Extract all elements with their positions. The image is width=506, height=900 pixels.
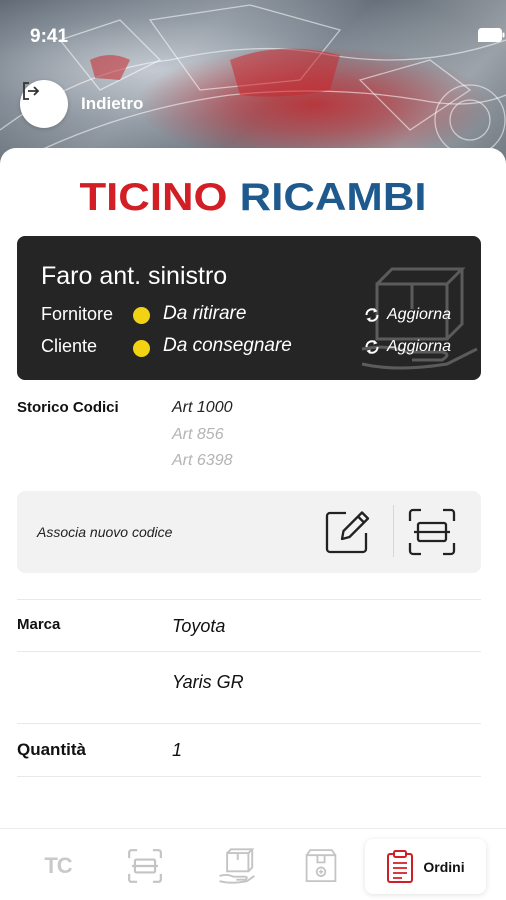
- edit-code-button[interactable]: [322, 507, 372, 557]
- nav-orders[interactable]: Ordini: [365, 839, 486, 894]
- divider: [17, 776, 481, 777]
- nav-scan[interactable]: [120, 843, 170, 889]
- customer-refresh-button[interactable]: Aggiorna: [363, 338, 451, 356]
- history-code: Art 6398: [172, 452, 233, 469]
- refresh-icon: [365, 308, 379, 322]
- supplier-label: Fornitore: [41, 304, 114, 324]
- customer-status: Da consegnare: [163, 335, 292, 356]
- associate-code-panel: Associa nuovo codice: [17, 491, 481, 573]
- supplier-status-dot: [133, 307, 150, 324]
- quantity-label: Quantità: [17, 740, 86, 759]
- quantity-value: 1: [172, 740, 183, 760]
- model-value: Yaris GR: [172, 672, 244, 692]
- customer-label: Cliente: [41, 336, 98, 356]
- logout-icon: [23, 82, 40, 100]
- box-add-icon: [305, 849, 337, 883]
- back-label[interactable]: Indietro: [81, 94, 143, 114]
- clipboard-icon: [387, 849, 414, 883]
- edit-icon: [325, 511, 370, 554]
- nav-deliveries[interactable]: [212, 843, 262, 889]
- brand-word-ticino: TICINO: [79, 176, 228, 219]
- nav-new-order[interactable]: [296, 843, 346, 889]
- associate-code-label: Associa nuovo codice: [37, 524, 173, 540]
- refresh-icon: [365, 340, 379, 354]
- tc-logo-icon: TC: [44, 853, 72, 878]
- supplier-refresh-button[interactable]: Aggiorna: [363, 306, 451, 324]
- history-label: Storico Codici: [17, 399, 119, 416]
- scan-icon: [128, 849, 162, 883]
- back-button[interactable]: [20, 80, 68, 128]
- history-code-current: Art 1000: [172, 399, 233, 416]
- nav-orders-label: Ordini: [423, 858, 465, 875]
- history-code: Art 856: [172, 426, 224, 443]
- nav-home[interactable]: TC: [30, 843, 86, 889]
- customer-refresh-label: Aggiorna: [387, 338, 452, 355]
- supplier-status: Da ritirare: [163, 303, 247, 324]
- divider: [17, 599, 481, 600]
- battery-icon: [478, 28, 505, 42]
- scan-icon: [408, 508, 456, 556]
- divider: [17, 723, 481, 724]
- panel-divider: [393, 505, 394, 557]
- brand-label: Marca: [17, 616, 61, 633]
- brand-value: Toyota: [172, 616, 226, 636]
- brand-word-ricambi: RICAMBI: [239, 176, 427, 219]
- supplier-refresh-label: Aggiorna: [387, 306, 452, 323]
- box-hand-icon: [219, 848, 256, 884]
- scan-code-button[interactable]: [407, 507, 457, 557]
- part-title: Faro ant. sinistro: [41, 262, 228, 290]
- status-bar: 9:41: [0, 22, 506, 52]
- bottom-navigation: TC Ordini: [0, 828, 506, 900]
- customer-status-dot: [133, 340, 150, 357]
- brand-logo: TICINO RICAMBI: [0, 176, 506, 220]
- part-status-card: Faro ant. sinistro Fornitore Da ritirare…: [17, 236, 481, 380]
- status-time: 9:41: [30, 26, 69, 47]
- divider: [17, 651, 481, 652]
